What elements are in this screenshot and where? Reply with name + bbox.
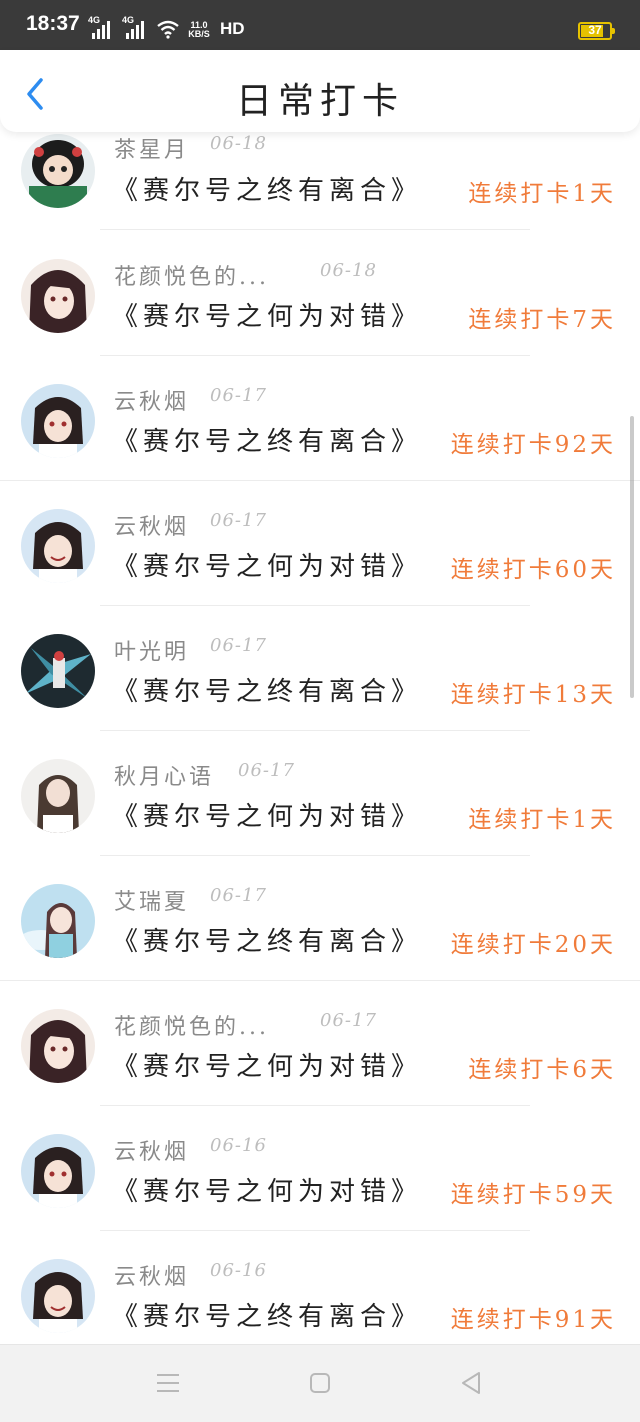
wifi-icon — [157, 20, 179, 39]
scrollbar[interactable] — [630, 416, 634, 698]
divider — [100, 605, 530, 606]
hd-label: HD — [220, 19, 245, 38]
checkin-item[interactable]: 秋月心语 06-17 《赛尔号之何为对错》 连续打卡1天 — [0, 755, 640, 880]
home-button[interactable] — [300, 1367, 340, 1399]
book-title: 《赛尔号之终有离合》 — [112, 677, 423, 707]
book-title: 《赛尔号之终有离合》 — [112, 176, 423, 206]
book-title: 《赛尔号之终有离合》 — [112, 1302, 423, 1332]
checkin-date: 06-16 — [210, 1260, 267, 1281]
checkin-item[interactable]: 云秋烟 06-16 《赛尔号之何为对错》 连续打卡59天 — [0, 1130, 640, 1255]
username: 云秋烟 — [114, 1265, 190, 1290]
signal-icon: 4G — [88, 15, 116, 39]
book-title: 《赛尔号之何为对错》 — [112, 1052, 423, 1082]
divider — [100, 229, 530, 230]
divider — [0, 480, 640, 481]
nav-back-button[interactable] — [452, 1367, 492, 1399]
menu-icon — [157, 1374, 179, 1392]
book-title: 《赛尔号之终有离合》 — [112, 427, 423, 457]
book-title: 《赛尔号之何为对错》 — [112, 302, 423, 332]
streak-count: 连续打卡7天 — [468, 307, 616, 333]
battery-level: 37 — [588, 23, 602, 37]
streak-count: 连续打卡91天 — [450, 1307, 616, 1333]
avatar[interactable] — [21, 634, 95, 708]
username: 云秋烟 — [114, 515, 190, 540]
battery-icon: 37 — [578, 22, 615, 40]
book-title: 《赛尔号之何为对错》 — [112, 552, 423, 582]
divider — [100, 355, 530, 356]
checkin-date: 06-17 — [210, 385, 267, 406]
menu-button[interactable] — [148, 1367, 188, 1399]
username: 叶光明 — [114, 640, 190, 665]
checkin-item[interactable]: 叶光明 06-17 《赛尔号之终有离合》 连续打卡13天 — [0, 630, 640, 755]
username: 花颜悦色的... — [114, 265, 269, 290]
signal-icon: 4G — [122, 15, 150, 39]
status-time: 18:37 — [26, 12, 80, 35]
streak-count: 连续打卡6天 — [468, 1057, 616, 1083]
book-title: 《赛尔号之何为对错》 — [112, 802, 423, 832]
status-icons: 4G 4G 11.0 KB/S HD — [88, 15, 245, 39]
avatar[interactable] — [21, 884, 95, 958]
divider — [100, 855, 530, 856]
avatar[interactable] — [21, 1134, 95, 1208]
checkin-item[interactable]: 茶星月 06-18 《赛尔号之终有离合》 连续打卡1天 — [0, 132, 640, 257]
divider — [100, 1105, 530, 1106]
checkin-date: 06-17 — [210, 885, 267, 906]
streak-count: 连续打卡92天 — [450, 432, 616, 458]
home-square-icon — [310, 1373, 330, 1393]
checkin-date: 06-18 — [320, 260, 377, 281]
streak-count: 连续打卡60天 — [450, 557, 616, 583]
checkin-date: 06-17 — [238, 760, 295, 781]
streak-count: 连续打卡20天 — [450, 932, 616, 958]
checkin-date: 06-16 — [210, 1135, 267, 1156]
checkin-item[interactable]: 花颜悦色的... 06-18 《赛尔号之何为对错》 连续打卡7天 — [0, 255, 640, 380]
divider — [100, 1230, 530, 1231]
username: 秋月心语 — [114, 765, 215, 790]
speed-unit: KB/S — [188, 29, 210, 39]
avatar[interactable] — [21, 134, 95, 208]
network-speed: 11.0 KB/S — [186, 21, 212, 39]
navigation-bar — [0, 1344, 640, 1422]
streak-count: 连续打卡1天 — [468, 181, 616, 207]
header: 日常打卡 — [0, 50, 640, 132]
back-triangle-icon — [462, 1372, 480, 1394]
avatar[interactable] — [21, 509, 95, 583]
checkin-date: 06-17 — [320, 1010, 377, 1031]
avatar[interactable] — [21, 1009, 95, 1083]
book-title: 《赛尔号之终有离合》 — [112, 927, 423, 957]
page-title: 日常打卡 — [235, 81, 404, 122]
checkin-item[interactable]: 艾瑞夏 06-17 《赛尔号之终有离合》 连续打卡20天 — [0, 880, 640, 1005]
avatar[interactable] — [21, 1259, 95, 1333]
streak-count: 连续打卡13天 — [450, 682, 616, 708]
divider — [0, 980, 640, 981]
checkin-date: 06-18 — [210, 133, 267, 154]
checkin-item[interactable]: 云秋烟 06-17 《赛尔号之何为对错》 连续打卡60天 — [0, 505, 640, 630]
streak-count: 连续打卡59天 — [450, 1182, 616, 1208]
avatar[interactable] — [21, 759, 95, 833]
username: 艾瑞夏 — [114, 890, 190, 915]
streak-count: 连续打卡1天 — [468, 807, 616, 833]
checkin-item[interactable]: 云秋烟 06-17 《赛尔号之终有离合》 连续打卡92天 — [0, 380, 640, 505]
divider — [100, 730, 530, 731]
avatar[interactable] — [21, 259, 95, 333]
status-bar: 18:37 4G 4G 11.0 KB/S HD 37 — [0, 0, 640, 50]
checkin-date: 06-17 — [210, 510, 267, 531]
book-title: 《赛尔号之何为对错》 — [112, 1177, 423, 1207]
checkin-date: 06-17 — [210, 635, 267, 656]
avatar[interactable] — [21, 384, 95, 458]
username: 茶星月 — [114, 138, 190, 163]
username: 云秋烟 — [114, 390, 190, 415]
checkin-list[interactable]: 茶星月 06-18 《赛尔号之终有离合》 连续打卡1天 花颜悦色的... 06-… — [0, 132, 640, 1344]
checkin-item[interactable]: 花颜悦色的... 06-17 《赛尔号之何为对错》 连续打卡6天 — [0, 1005, 640, 1130]
username: 云秋烟 — [114, 1140, 190, 1165]
checkin-item[interactable]: 云秋烟 06-16 《赛尔号之终有离合》 连续打卡91天 — [0, 1255, 640, 1344]
username: 花颜悦色的... — [114, 1015, 269, 1040]
